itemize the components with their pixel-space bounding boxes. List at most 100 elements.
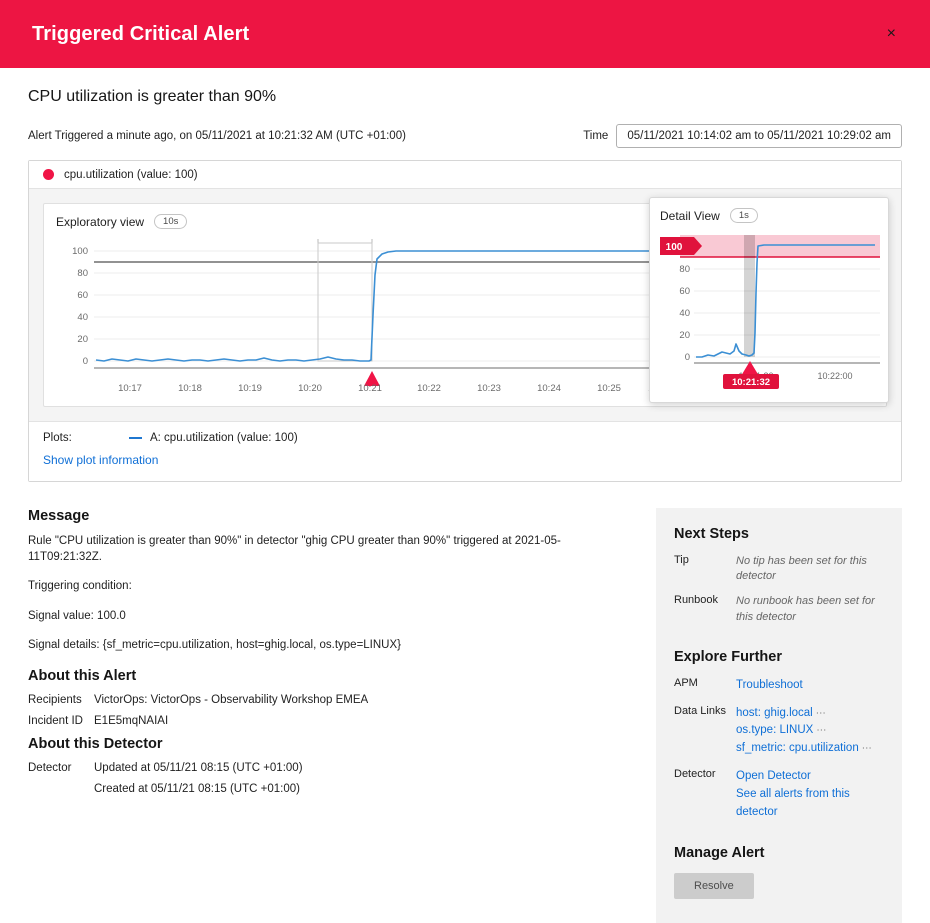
- tip-value: No tip has been set for this detector: [736, 554, 884, 584]
- next-steps-heading: Next Steps: [674, 526, 884, 542]
- plot-color-swatch: [129, 437, 142, 439]
- plot-entry-label: A: cpu.utilization (value: 100): [150, 432, 298, 444]
- svg-text:10:18: 10:18: [178, 383, 202, 394]
- page-title: CPU utilization is greater than 90%: [28, 88, 902, 106]
- svg-text:40: 40: [679, 308, 690, 319]
- detector-links-row: Detector Open Detector See all alerts fr…: [674, 768, 884, 821]
- chart-card: cpu.utilization (value: 100) Exploratory…: [28, 160, 902, 482]
- resolve-button[interactable]: Resolve: [674, 873, 754, 899]
- svg-text:10:25: 10:25: [597, 383, 621, 394]
- incident-id-label: Incident ID: [28, 715, 94, 727]
- message-line: Signal details: {sf_metric=cpu.utilizati…: [28, 638, 628, 654]
- svg-text:10:21: 10:21: [358, 383, 382, 394]
- detail-chart-svg: 80 60 40 20 0: [660, 233, 880, 389]
- apm-row: APM Troubleshoot: [674, 677, 884, 695]
- tip-label: Tip: [674, 554, 736, 584]
- runbook-value: No runbook has been set for this detecto…: [736, 594, 884, 624]
- overflow-menu-icon[interactable]: ⋯: [816, 708, 827, 719]
- runbook-row: Runbook No runbook has been set for this…: [674, 594, 884, 624]
- recipients-row: Recipients VictorOps: VictorOps - Observ…: [28, 694, 628, 706]
- exploratory-resolution-chip[interactable]: 10s: [154, 214, 187, 229]
- svg-text:80: 80: [77, 268, 88, 279]
- recipients-label: Recipients: [28, 694, 94, 706]
- explore-further-heading: Explore Further: [674, 649, 884, 665]
- svg-text:10:19: 10:19: [238, 383, 262, 394]
- plots-row: Plots: A: cpu.utilization (value: 100): [43, 432, 887, 444]
- overflow-menu-icon[interactable]: ⋯: [862, 743, 873, 754]
- svg-text:100: 100: [72, 246, 88, 257]
- svg-text:0: 0: [685, 352, 690, 363]
- lower-content: Message Rule "CPU utilization is greater…: [28, 508, 902, 923]
- svg-text:10:20: 10:20: [298, 383, 322, 394]
- alert-modal-header: Triggered Critical Alert ×: [0, 0, 930, 68]
- detector-updated-value: Updated at 05/11/21 08:15 (UTC +01:00): [94, 762, 628, 774]
- detail-view-panel[interactable]: Detail View 1s: [649, 197, 889, 403]
- detail-trigger-marker: 10:21:32: [723, 361, 779, 389]
- recipients-value: VictorOps: VictorOps - Observability Wor…: [94, 694, 628, 706]
- detector-label: Detector: [28, 762, 94, 795]
- svg-text:0: 0: [83, 356, 88, 367]
- detector-row: Detector Updated at 05/11/21 08:15 (UTC …: [28, 762, 628, 795]
- data-link-ostype[interactable]: os.type: LINUX: [736, 724, 813, 736]
- detector-timestamps: Updated at 05/11/21 08:15 (UTC +01:00) C…: [94, 762, 628, 795]
- exploratory-view-title: Exploratory view: [56, 215, 144, 229]
- detail-view-title: Detail View: [660, 209, 720, 223]
- incident-id-row: Incident ID E1E5mqNAIAI: [28, 715, 628, 727]
- runbook-label: Runbook: [674, 594, 736, 624]
- svg-text:10:23: 10:23: [477, 383, 501, 394]
- sidebar-panel: Next Steps Tip No tip has been set for t…: [656, 508, 902, 923]
- see-all-alerts-link[interactable]: See all alerts from this detector: [736, 788, 850, 818]
- svg-text:10:17: 10:17: [118, 383, 142, 394]
- apm-label: APM: [674, 677, 736, 695]
- svg-text:20: 20: [679, 330, 690, 341]
- details-column: Message Rule "CPU utilization is greater…: [28, 508, 628, 804]
- plots-label: Plots:: [43, 432, 129, 444]
- svg-text:100: 100: [666, 242, 683, 253]
- message-line: Rule "CPU utilization is greater than 90…: [28, 534, 628, 565]
- message-line: Signal value: 100.0: [28, 609, 628, 625]
- data-link-host[interactable]: host: ghig.local: [736, 707, 813, 719]
- alert-meta-row: Alert Triggered a minute ago, on 05/11/2…: [28, 124, 902, 148]
- data-links-label: Data Links: [674, 705, 736, 758]
- detail-value-badge: 100: [660, 237, 702, 255]
- signal-status-dot: [43, 169, 54, 180]
- about-alert-heading: About this Alert: [28, 668, 628, 684]
- close-icon[interactable]: ×: [881, 22, 902, 46]
- time-range-input[interactable]: 05/11/2021 10:14:02 am to 05/11/2021 10:…: [616, 124, 902, 148]
- detector-created-value: Created at 05/11/21 08:15 (UTC +01:00): [94, 783, 628, 795]
- svg-text:80: 80: [679, 264, 690, 275]
- data-link-item: os.type: LINUX⋯: [736, 722, 884, 740]
- message-line: Triggering condition:: [28, 579, 628, 595]
- data-link-sfmetric[interactable]: sf_metric: cpu.utilization: [736, 742, 859, 754]
- alert-triggered-text: Alert Triggered a minute ago, on 05/11/2…: [28, 130, 583, 142]
- detail-resolution-chip[interactable]: 1s: [730, 208, 758, 223]
- svg-text:20: 20: [77, 334, 88, 345]
- svg-text:40: 40: [77, 312, 88, 323]
- incident-id-value: E1E5mqNAIAI: [94, 715, 628, 727]
- detail-view-header: Detail View 1s: [660, 208, 878, 223]
- manage-alert-heading: Manage Alert: [674, 845, 884, 861]
- signal-legend-bar: cpu.utilization (value: 100): [29, 161, 901, 189]
- data-link-item: host: ghig.local⋯: [736, 705, 884, 723]
- chart-stage: Exploratory view 10s: [29, 189, 901, 421]
- svg-text:60: 60: [679, 286, 690, 297]
- chart-footer: Plots: A: cpu.utilization (value: 100) S…: [29, 421, 901, 481]
- svg-text:10:22: 10:22: [417, 383, 441, 394]
- apm-troubleshoot-link[interactable]: Troubleshoot: [736, 679, 803, 691]
- svg-text:10:22:00: 10:22:00: [817, 371, 852, 381]
- detector-links-label: Detector: [674, 768, 736, 821]
- open-detector-link[interactable]: Open Detector: [736, 770, 811, 782]
- show-plot-information-link[interactable]: Show plot information: [43, 453, 158, 467]
- page-body: CPU utilization is greater than 90% Aler…: [0, 88, 930, 923]
- about-detector-heading: About this Detector: [28, 736, 628, 752]
- detail-plot-area[interactable]: 80 60 40 20 0: [660, 233, 878, 389]
- data-link-item: sf_metric: cpu.utilization⋯: [736, 740, 884, 758]
- signal-legend-label: cpu.utilization (value: 100): [64, 169, 198, 181]
- svg-text:10:24: 10:24: [537, 383, 561, 394]
- tip-row: Tip No tip has been set for this detecto…: [674, 554, 884, 584]
- exploratory-chart-svg: 100 80 60 40 20 0: [56, 239, 664, 397]
- svg-text:60: 60: [77, 290, 88, 301]
- header-title: Triggered Critical Alert: [32, 23, 249, 46]
- data-links-row: Data Links host: ghig.local⋯ os.type: LI…: [674, 705, 884, 758]
- overflow-menu-icon[interactable]: ⋯: [816, 725, 827, 736]
